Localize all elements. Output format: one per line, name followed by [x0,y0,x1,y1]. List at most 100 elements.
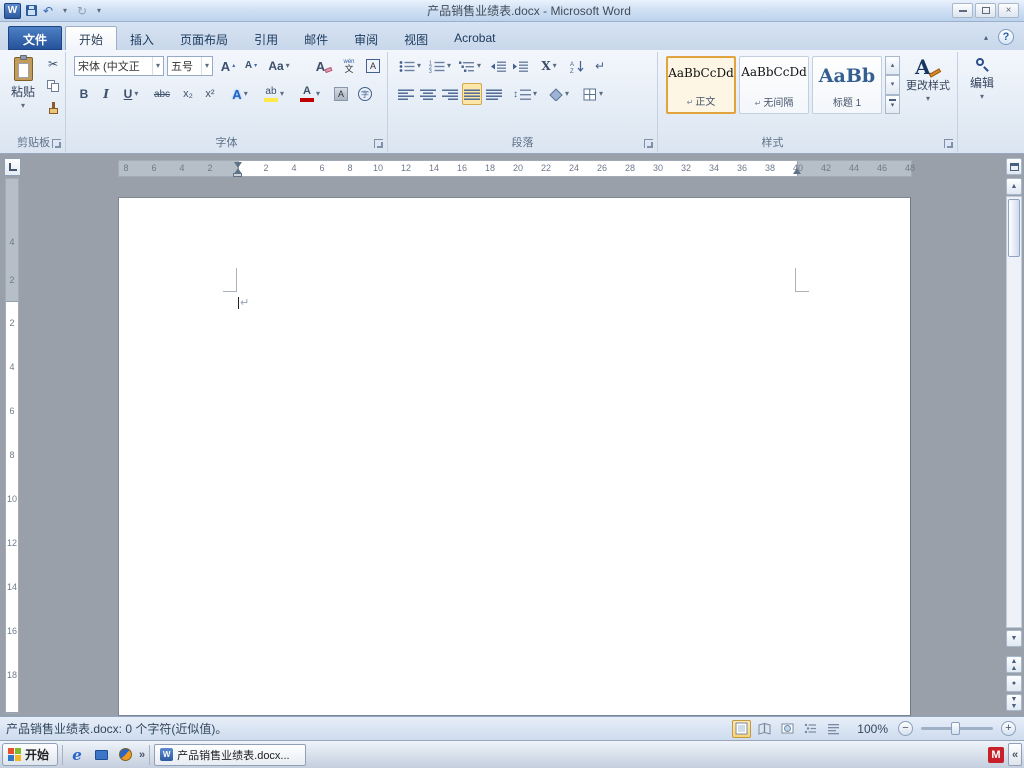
tab-file[interactable]: 文件 [8,26,63,50]
left-indent-marker[interactable] [233,173,242,177]
font-name-combobox[interactable]: 宋体 (中文正 ▾ [74,56,164,76]
cut-button[interactable]: ✂ [42,54,64,74]
repeat-button[interactable]: ↻ [75,3,89,19]
shading-button[interactable]: ▾ [544,83,574,105]
document-page[interactable]: ↵ [118,197,911,716]
zoom-out-button[interactable]: − [898,721,913,736]
tab-mailings[interactable]: 邮件 [291,27,341,50]
subscript-button[interactable]: x₂ [178,83,198,105]
tray-input-method-icon[interactable]: M [988,746,1004,763]
grow-font-button[interactable]: A ▴ [218,55,238,77]
underline-button[interactable]: U ▾ [118,83,144,105]
scroll-down-button[interactable]: ▼ [1006,630,1022,647]
zoom-slider-thumb[interactable] [951,722,960,735]
taskbar-document-button[interactable]: W 产品销售业绩表.docx... [154,743,307,766]
undo-dropdown[interactable]: ▾ [58,3,72,19]
styles-scroll-down-button[interactable]: ▾ [885,75,900,95]
quicklaunch-media-player[interactable] [115,745,135,765]
styles-scroll-up-button[interactable]: ▴ [885,56,900,76]
minimize-button[interactable] [952,3,973,18]
change-case-button[interactable]: Aa ▾ [265,55,293,77]
character-border-button[interactable]: A [362,55,384,77]
bold-button[interactable]: B [74,83,94,105]
print-layout-view-button[interactable] [732,719,752,738]
font-color-button[interactable]: A ▾ [294,83,326,105]
editing-button[interactable]: 编辑 ▾ [962,52,1002,134]
asian-layout-button[interactable]: X ▾ [536,55,562,77]
phonetic-guide-button[interactable]: wén 文 [338,55,360,77]
clear-formatting-button[interactable]: A [312,55,336,77]
format-painter-button[interactable] [42,98,64,118]
next-page-button[interactable]: ▼ ▼ [1006,694,1022,711]
zoom-slider[interactable] [921,722,993,735]
text-effects-button[interactable]: A ▾ [226,83,254,105]
styles-gallery-more-button[interactable]: ▾ [885,94,900,114]
increase-indent-button[interactable] [510,55,530,77]
tab-acrobat[interactable]: Acrobat [441,27,508,50]
right-indent-marker[interactable] [793,168,801,174]
borders-button[interactable]: ▾ [578,83,608,105]
styles-dialog-launcher[interactable] [944,139,953,148]
distributed-button[interactable] [484,83,504,105]
web-layout-view-button[interactable] [778,720,797,738]
tab-stop-selector[interactable] [4,158,21,176]
status-text[interactable]: 产品销售业绩表.docx: 0 个字符(近似值)。 [6,720,227,737]
scroll-up-button[interactable]: ▲ [1006,178,1022,195]
show-hide-marks-button[interactable]: ↵ [590,55,610,77]
numbering-button[interactable]: 123 ▾ [426,55,454,77]
align-center-button[interactable] [418,83,438,105]
strikethrough-button[interactable]: abc [148,83,176,105]
align-right-button[interactable] [440,83,460,105]
save-button[interactable] [24,3,38,19]
outline-view-button[interactable] [801,720,820,738]
word-app-icon[interactable]: W [4,2,21,19]
bullets-button[interactable]: ▾ [396,55,424,77]
clipboard-dialog-launcher[interactable] [52,139,61,148]
character-shading-button[interactable]: A [330,83,352,105]
minimize-ribbon-button[interactable]: ▴ [984,33,988,42]
maximize-button[interactable] [975,3,996,18]
view-ruler-toggle-button[interactable] [1006,158,1022,175]
copy-button[interactable] [42,76,64,96]
sort-button[interactable]: AZ [566,55,588,77]
scrollbar-thumb[interactable] [1008,199,1020,257]
zoom-in-button[interactable]: + [1001,721,1016,736]
tab-review[interactable]: 审阅 [341,27,391,50]
tab-insert[interactable]: 插入 [117,27,167,50]
decrease-indent-button[interactable] [488,55,508,77]
full-screen-reading-view-button[interactable] [755,720,774,738]
paste-button[interactable]: 粘贴 ▾ [5,52,41,134]
tab-page-layout[interactable]: 页面布局 [167,27,241,50]
tab-home[interactable]: 开始 [65,26,118,50]
style-normal[interactable]: AaBbCcDd ↵ 正文 [666,56,736,114]
tab-references[interactable]: 引用 [241,27,291,50]
style-no-spacing[interactable]: AaBbCcDd ↵ 无间隔 [739,56,809,114]
undo-button[interactable]: ↶ [41,3,55,19]
close-button[interactable]: × [998,3,1019,18]
font-size-combobox[interactable]: 五号 ▾ [167,56,213,76]
select-browse-object-button[interactable]: ● [1006,675,1022,692]
help-button[interactable]: ? [998,29,1014,45]
superscript-button[interactable]: x² [200,83,220,105]
previous-page-button[interactable]: ▲ ▲ [1006,656,1022,673]
style-heading-1[interactable]: AaBb 标题 1 [812,56,882,114]
draft-view-button[interactable] [824,720,843,738]
tray-collapse-button[interactable]: « [1008,743,1022,766]
line-spacing-button[interactable]: ↕ ▾ [510,83,540,105]
start-button[interactable]: 开始 [2,743,59,766]
paragraph-dialog-launcher[interactable] [644,139,653,148]
quicklaunch-ie[interactable]: e [67,745,87,765]
scrollbar-track[interactable] [1006,196,1022,628]
font-dialog-launcher[interactable] [374,139,383,148]
align-left-button[interactable] [396,83,416,105]
highlight-button[interactable]: ab ▾ [258,83,290,105]
tab-view[interactable]: 视图 [391,27,441,50]
zoom-level-button[interactable]: 100% [857,722,888,736]
enclose-characters-button[interactable]: 字 [354,83,376,105]
justify-button[interactable] [462,83,482,105]
shrink-font-button[interactable]: A ▾ [241,55,261,77]
italic-button[interactable]: I [96,83,116,105]
customize-qat-button[interactable]: ▾ [92,3,106,19]
quicklaunch-overflow-button[interactable]: » [139,749,145,761]
change-styles-button[interactable]: A 更改样式 ▾ [902,52,954,134]
